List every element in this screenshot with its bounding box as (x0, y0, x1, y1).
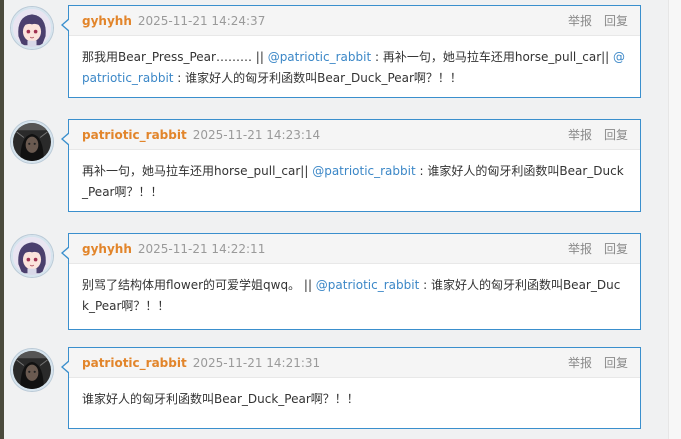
mention-link[interactable]: @patriotic_rabbit (312, 164, 415, 178)
username-link[interactable]: gyhyhh (82, 14, 132, 28)
report-button[interactable]: 举报 (568, 356, 592, 370)
comment-body: 别骂了结构体用flower的可爱学姐qwq。 || @patriotic_rab… (69, 264, 640, 328)
comment-card: gyhyhh 2025-11-21 14:22:11 举报 回复 别骂了结构体用fl… (61, 233, 641, 330)
comment-header: patriotic_rabbit 2025-11-21 14:23:14 举报 回复 (69, 120, 640, 150)
comment-text: 谁家好人的匈牙利函数叫Bear_Duck_Pear啊？！！ (82, 392, 359, 406)
comment-body: 谁家好人的匈牙利函数叫Bear_Duck_Pear啊？！！ (69, 378, 640, 421)
reply-button[interactable]: 回复 (604, 128, 628, 142)
report-button[interactable]: 举报 (568, 128, 592, 142)
report-button[interactable]: 举报 (568, 242, 592, 256)
comment-timestamp: 2025-11-21 14:21:31 (192, 356, 321, 370)
comment-header: gyhyhh 2025-11-21 14:22:11 举报 回复 (69, 234, 640, 264)
avatar[interactable] (11, 121, 53, 163)
username-link[interactable]: patriotic_rabbit (82, 128, 187, 142)
anime-girl-avatar-icon (13, 9, 51, 47)
avatar[interactable] (11, 7, 53, 49)
scrollbar-track[interactable] (668, 0, 681, 439)
comment-header: gyhyhh 2025-11-21 14:24:37 举报 回复 (69, 6, 640, 36)
comment-timestamp: 2025-11-21 14:22:11 (137, 242, 266, 256)
comment-text: 那我用Bear_Press_Pear……… || (82, 50, 268, 64)
comment-text: 再补一句，她马拉车还用horse_pull_car|| (82, 164, 313, 178)
comment-actions: 举报 回复 (556, 348, 628, 378)
comment-card: gyhyhh 2025-11-21 14:24:37 举报 回复 那我用Bear_P… (61, 5, 641, 100)
comment-text: : 再补一句，她马拉车还用horse_pull_car|| (371, 50, 614, 64)
mention-link[interactable]: @patriotic_rabbit (316, 278, 419, 292)
comment-card: patriotic_rabbit 2025-11-21 14:23:14 举报 回复… (61, 119, 641, 214)
report-button[interactable]: 举报 (568, 14, 592, 28)
comment-actions: 举报 回复 (556, 6, 628, 36)
comment-header: patriotic_rabbit 2025-11-21 14:21:31 举报 回复 (69, 348, 640, 378)
reply-button[interactable]: 回复 (604, 356, 628, 370)
reply-button[interactable]: 回复 (604, 14, 628, 28)
page-left-edge (0, 0, 4, 439)
reply-button[interactable]: 回复 (604, 242, 628, 256)
username-link[interactable]: patriotic_rabbit (82, 356, 187, 370)
comment-actions: 举报 回复 (556, 120, 628, 150)
comment-timestamp: 2025-11-21 14:24:37 (137, 14, 266, 28)
comment-body: 再补一句，她马拉车还用horse_pull_car|| @patriotic_r… (69, 150, 640, 214)
mention-link[interactable]: @patriotic_rabbit (268, 50, 371, 64)
dark-portrait-avatar-icon (13, 351, 51, 389)
anime-girl-avatar-icon (13, 237, 51, 275)
avatar[interactable] (11, 349, 53, 391)
comment-actions: 举报 回复 (556, 234, 628, 264)
avatar[interactable] (11, 235, 53, 277)
comment-text: : 谁家好人的匈牙利函数叫Bear_Duck_Pear啊？！！ (173, 71, 462, 85)
comment-timestamp: 2025-11-21 14:23:14 (192, 128, 321, 142)
comment-body: 那我用Bear_Press_Pear……… || @patriotic_rabb… (69, 36, 640, 100)
dark-portrait-avatar-icon (13, 123, 51, 161)
username-link[interactable]: gyhyhh (82, 242, 132, 256)
comment-text: 别骂了结构体用flower的可爱学姐qwq。 || (82, 278, 316, 292)
comment-card: patriotic_rabbit 2025-11-21 14:21:31 举报 回复… (61, 347, 641, 429)
